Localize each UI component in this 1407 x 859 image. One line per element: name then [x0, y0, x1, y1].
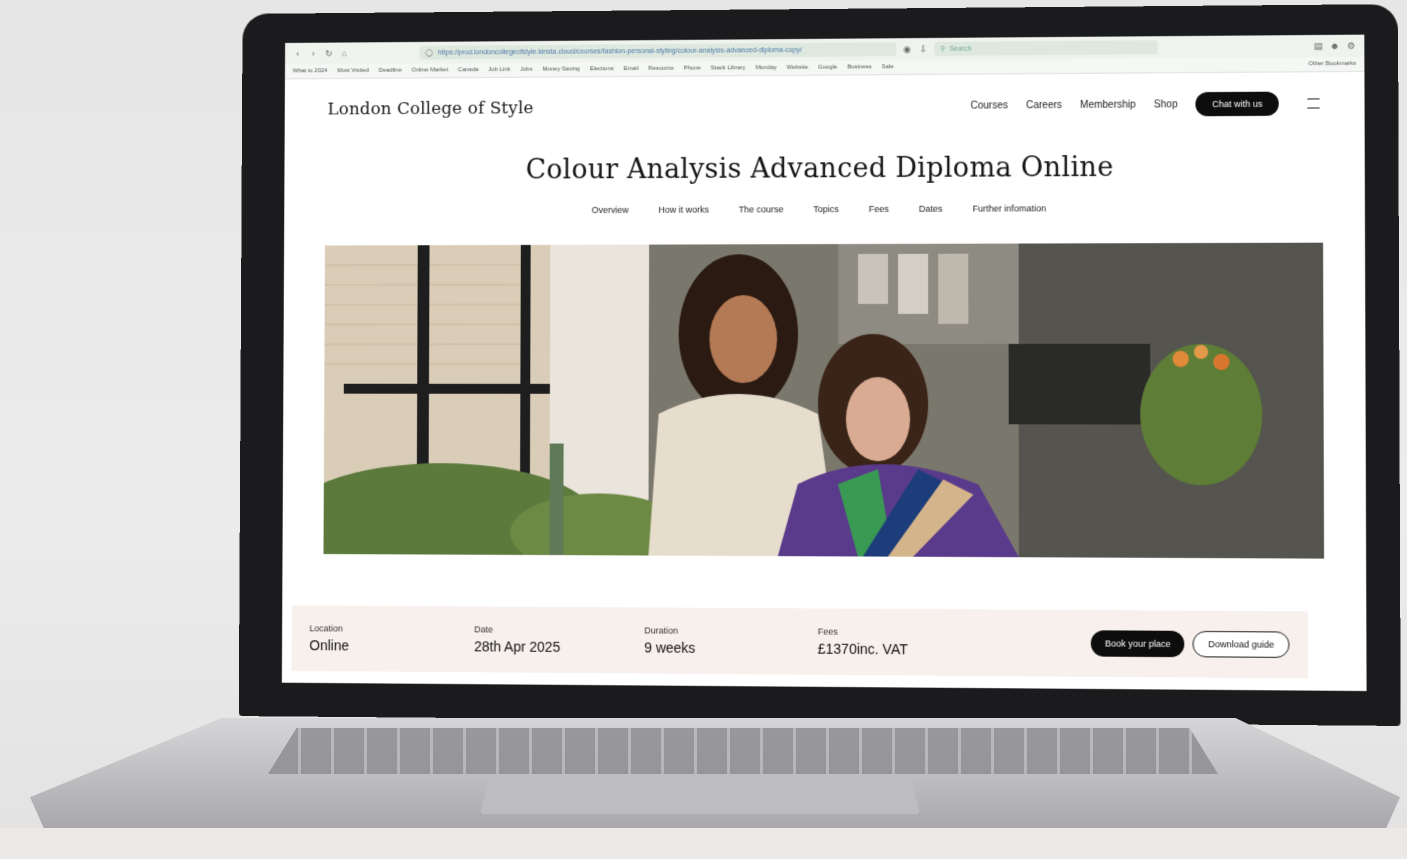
date-value: 28th Apr 2025	[474, 638, 561, 655]
fees-value: £1370inc. VAT	[817, 640, 908, 658]
laptop-bezel: ‹ › ↻ ⌂ ◯ https://prod.londoncollegeofst…	[238, 4, 1401, 726]
section-subnav: Overview How it works The course Topics …	[284, 202, 1365, 216]
back-icon[interactable]: ‹	[293, 49, 303, 59]
download-guide-button[interactable]: Download guide	[1192, 630, 1290, 658]
bookmark-item[interactable]: Resource	[648, 66, 673, 72]
bookmark-item[interactable]: Jobs	[520, 67, 532, 73]
library-icon[interactable]: ▤	[1313, 40, 1323, 51]
hero-photo-illustration	[323, 242, 1324, 559]
location-label: Location	[309, 623, 343, 634]
table-surface	[0, 828, 1407, 859]
browser-search-field[interactable]: ⚲ Search	[934, 40, 1158, 56]
bookmark-item[interactable]: Stack Library	[711, 65, 746, 71]
download-icon[interactable]: ⇩	[918, 43, 928, 54]
search-placeholder: Search	[949, 45, 972, 53]
account-icon[interactable]: ☻	[1330, 41, 1340, 51]
fees-label: Fees	[817, 626, 838, 637]
subnav-overview[interactable]: Overview	[592, 205, 629, 215]
reload-icon[interactable]: ↻	[324, 48, 334, 59]
extensions-icon[interactable]: ⚙	[1346, 40, 1356, 51]
bookmark-item[interactable]: Most Visited	[337, 68, 369, 74]
address-bar[interactable]: ◯ https://prod.londoncollegeofstyle.kins…	[419, 42, 897, 60]
bookmark-item[interactable]: Deadline	[379, 68, 402, 74]
bookmark-item[interactable]: Elections	[590, 66, 614, 72]
bookmark-item[interactable]: What to 2024	[293, 68, 328, 74]
url-text: https://prod.londoncollegeofstyle.kinsta…	[437, 46, 803, 57]
bookmark-item[interactable]: Phone	[684, 66, 701, 72]
pocket-icon[interactable]: ◉	[902, 44, 912, 55]
subnav-dates[interactable]: Dates	[919, 204, 943, 214]
page-title: Colour Analysis Advanced Diploma Online	[525, 151, 1114, 186]
nav-membership[interactable]: Membership	[1080, 99, 1136, 110]
hero-image	[323, 242, 1324, 559]
nav-courses[interactable]: Courses	[971, 100, 1008, 111]
laptop-screen: ‹ › ↻ ⌂ ◯ https://prod.londoncollegeofst…	[281, 34, 1367, 692]
course-info-strip: Location Online Date 28th Apr 2025 Durat…	[291, 605, 1309, 679]
site-header: London College of Style Courses Careers …	[285, 72, 1365, 127]
info-duration: Duration 9 weeks	[644, 625, 818, 656]
site-logo[interactable]: London College of Style	[328, 98, 534, 119]
forward-icon[interactable]: ›	[308, 49, 318, 59]
bookmark-item[interactable]: Business	[847, 64, 871, 70]
home-icon[interactable]: ⌂	[339, 48, 349, 58]
bookmark-item[interactable]: Job Link	[488, 67, 510, 73]
info-date: Date 28th Apr 2025	[474, 624, 644, 655]
duration-value: 9 weeks	[644, 639, 696, 656]
shield-icon: ◯	[425, 49, 434, 57]
bookmark-item[interactable]: Sale	[882, 64, 894, 70]
book-your-place-button[interactable]: Book your place	[1090, 630, 1185, 658]
bookmark-item[interactable]: Money Saving	[542, 66, 579, 72]
subnav-the-course[interactable]: The course	[739, 204, 784, 214]
subnav-further-information[interactable]: Further infomation	[973, 203, 1047, 213]
subnav-topics[interactable]: Topics	[813, 204, 838, 214]
chat-button[interactable]: Chat with us	[1195, 91, 1279, 117]
bookmark-item[interactable]: Monday	[755, 65, 776, 71]
subnav-how-it-works[interactable]: How it works	[658, 205, 709, 215]
date-label: Date	[474, 624, 493, 635]
bookmark-item[interactable]: Canada	[458, 67, 479, 73]
info-location: Location Online	[309, 623, 474, 654]
other-bookmarks[interactable]: Other Bookmarks	[1309, 61, 1357, 67]
search-icon: ⚲	[940, 45, 946, 53]
location-value: Online	[309, 637, 349, 654]
bookmark-item[interactable]: Google	[818, 65, 837, 71]
duration-label: Duration	[644, 625, 679, 636]
nav-shop[interactable]: Shop	[1154, 99, 1178, 110]
main-nav: Courses Careers Membership Shop Chat wit…	[971, 91, 1320, 117]
laptop-keyboard	[268, 728, 1218, 774]
nav-careers[interactable]: Careers	[1026, 100, 1062, 111]
bookmark-item[interactable]: Website	[787, 65, 808, 71]
info-fees: Fees £1370inc. VAT	[818, 627, 999, 658]
hamburger-menu-icon[interactable]	[1307, 98, 1320, 109]
bookmark-item[interactable]: Online Market	[412, 67, 449, 73]
bookmark-item[interactable]: Email	[624, 66, 639, 72]
laptop-trackpad	[480, 780, 920, 814]
subnav-fees[interactable]: Fees	[869, 204, 889, 214]
info-actions: Book your place Download guide	[1090, 630, 1290, 658]
